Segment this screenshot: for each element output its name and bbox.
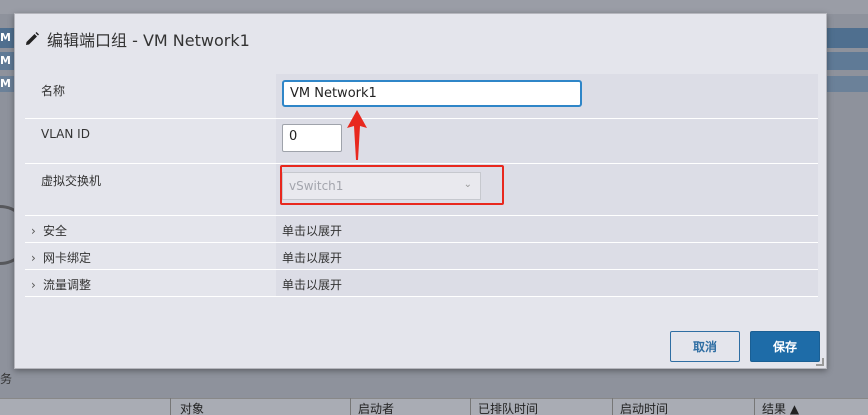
cancel-button[interactable]: 取消 [670, 331, 740, 362]
background-row-mark: M [0, 31, 11, 44]
highlight-box [280, 165, 504, 205]
nic-teaming-label: 网卡绑定 [43, 251, 92, 265]
traffic-shaping-section[interactable]: › 流量调整 单击以展开 [25, 270, 818, 297]
traffic-shaping-label: 流量调整 [43, 278, 92, 292]
vswitch-label: 虚拟交换机 [25, 164, 275, 215]
background-row-mark: M [0, 54, 11, 67]
traffic-shaping-section-header[interactable]: › 流量调整 [25, 270, 275, 296]
column-object[interactable]: 对象 [180, 400, 204, 415]
column-separator [754, 398, 755, 415]
vlan-label: VLAN ID [25, 119, 275, 163]
column-queued-time[interactable]: 已排队时间 [478, 400, 538, 415]
security-label: 安全 [43, 224, 68, 238]
column-start-time[interactable]: 启动时间 [620, 400, 668, 415]
nic-teaming-section-header[interactable]: › 网卡绑定 [25, 243, 275, 269]
resize-handle[interactable] [816, 358, 824, 366]
column-separator [170, 398, 171, 415]
name-input[interactable]: VM Network1 [282, 80, 582, 107]
column-separator [350, 398, 351, 415]
background-header-row [0, 0, 868, 14]
vlan-row: VLAN ID 0 [25, 119, 818, 164]
security-expand-hint[interactable]: 单击以展开 [276, 216, 818, 242]
dialog-title: 编辑端口组 - VM Network1 [47, 31, 250, 50]
recent-tasks-label: 务 [0, 372, 13, 386]
red-arrow-annotation [347, 110, 367, 160]
nic-teaming-section[interactable]: › 网卡绑定 单击以展开 [25, 243, 818, 270]
background-row-mark: M [0, 77, 11, 90]
tasks-table-header [0, 398, 868, 415]
save-button[interactable]: 保存 [750, 331, 820, 362]
chevron-right-icon[interactable]: › [31, 251, 43, 265]
pencil-icon [26, 32, 39, 45]
column-result[interactable]: 结果 ▲ [762, 400, 799, 415]
traffic-shaping-expand-hint[interactable]: 单击以展开 [276, 270, 818, 296]
vlan-id-input[interactable]: 0 [282, 124, 342, 152]
column-separator [612, 398, 613, 415]
security-section-header[interactable]: › 安全 [25, 216, 275, 242]
name-row: 名称 VM Network1 [25, 74, 818, 119]
security-section[interactable]: › 安全 单击以展开 [25, 216, 818, 243]
chevron-right-icon[interactable]: › [31, 224, 43, 238]
chevron-right-icon[interactable]: › [31, 278, 43, 292]
name-label: 名称 [25, 74, 275, 118]
column-initiator[interactable]: 启动者 [358, 400, 394, 415]
nic-teaming-expand-hint[interactable]: 单击以展开 [276, 243, 818, 269]
dialog-header: 编辑端口组 - VM Network1 [25, 27, 250, 51]
column-separator [470, 398, 471, 415]
edit-port-group-dialog: 编辑端口组 - VM Network1 名称 VM Network1 VLAN … [14, 13, 827, 369]
